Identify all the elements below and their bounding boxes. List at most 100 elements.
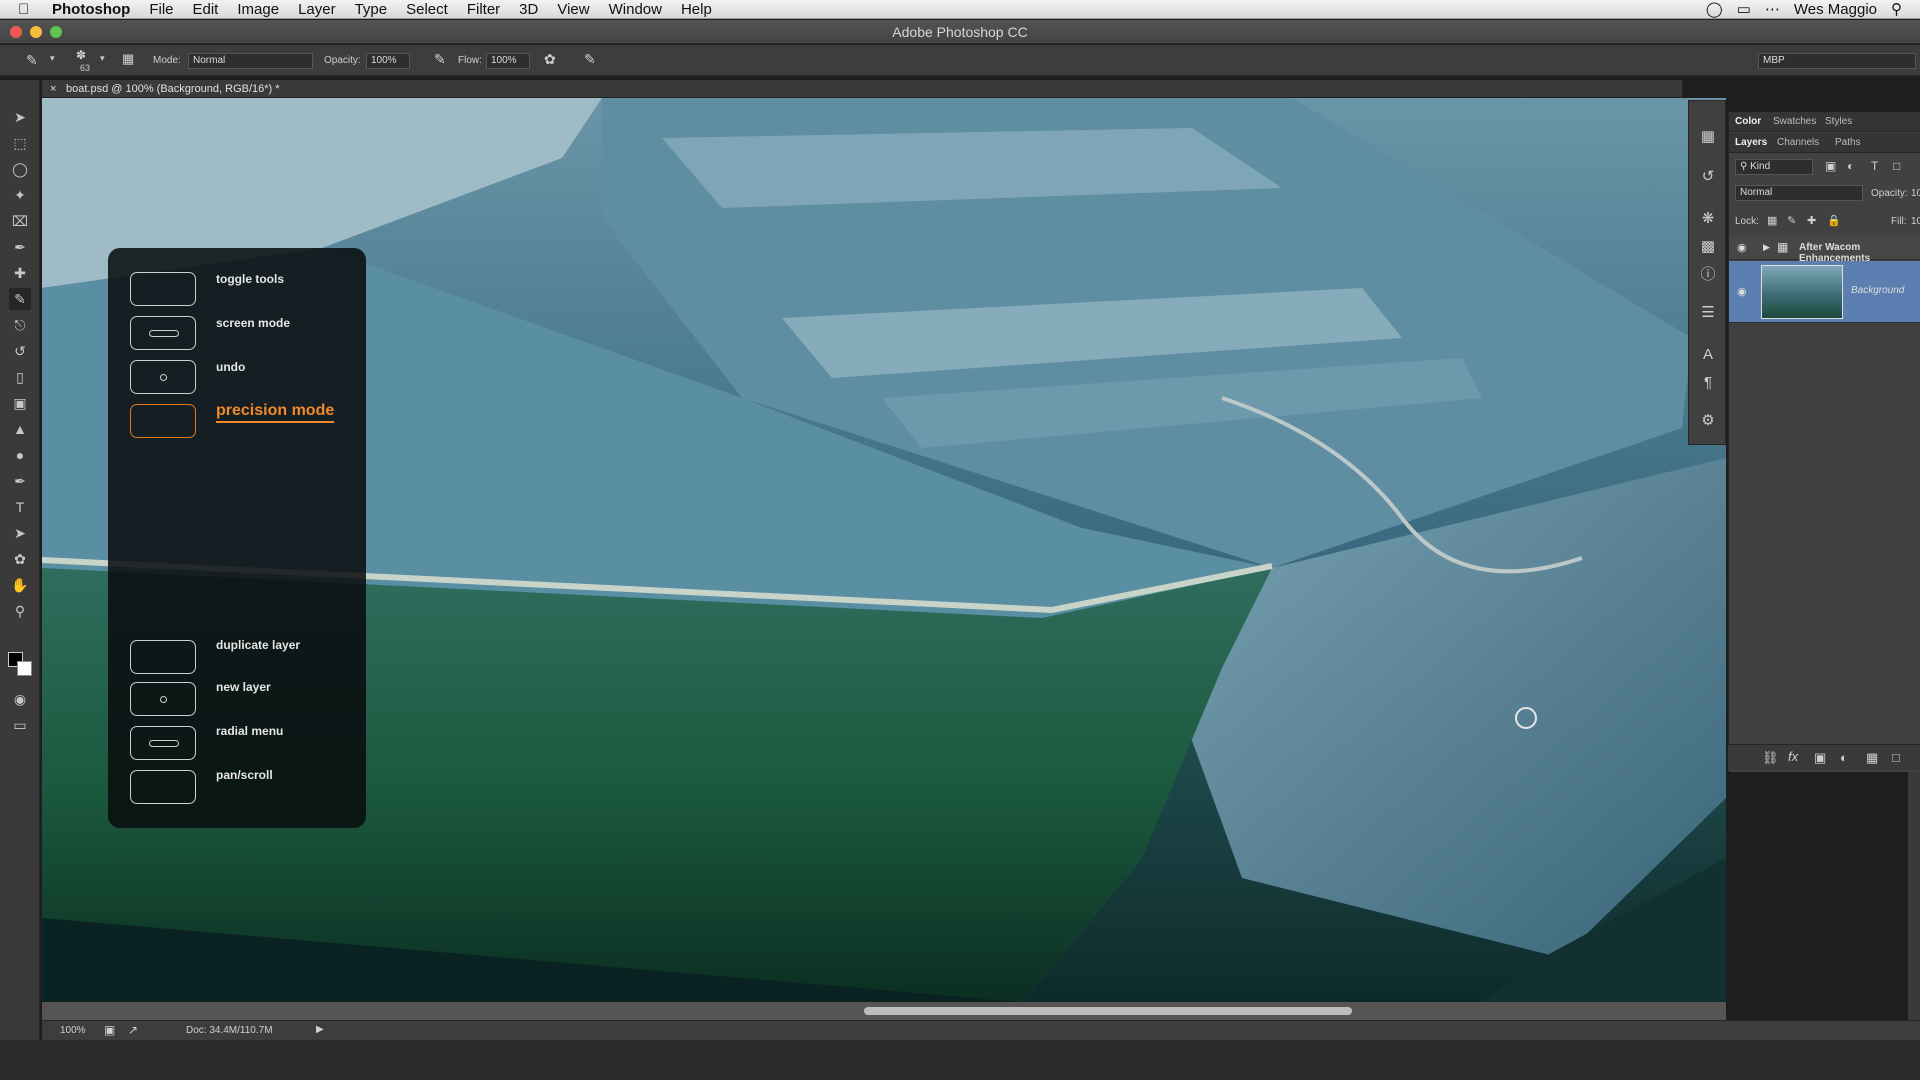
airplay-icon[interactable]: ▭ — [1737, 0, 1751, 18]
move-tool-icon[interactable]: ➤ — [9, 106, 31, 128]
history-panel-icon[interactable]: ↺ — [1696, 165, 1720, 189]
add-mask-icon[interactable]: ▣ — [1814, 750, 1826, 766]
background-color-swatch[interactable] — [17, 661, 32, 676]
eyedropper-tool-icon[interactable]: ✒ — [9, 236, 31, 258]
preset-dropdown-icon[interactable]: ▾ — [50, 53, 55, 64]
menu-help[interactable]: Help — [681, 1, 712, 18]
proof-icon[interactable]: ▣ — [104, 1023, 115, 1037]
lock-all-icon[interactable]: 🔒 — [1827, 214, 1841, 227]
user-name[interactable]: Wes Maggio — [1794, 1, 1877, 18]
filter-shape-icon[interactable]: □ — [1893, 159, 1900, 173]
healing-brush-tool-icon[interactable]: ✚ — [9, 262, 31, 284]
horizontal-scroll-thumb[interactable] — [864, 1007, 1352, 1015]
navigator-panel-icon[interactable]: ▦ — [1696, 125, 1720, 149]
filter-adjustment-icon[interactable]: ◐ — [1847, 159, 1854, 173]
more-icon[interactable]: ⋯ — [1765, 0, 1780, 18]
dodge-tool-icon[interactable]: ● — [9, 444, 31, 466]
tab-channels[interactable]: Channels — [1777, 137, 1819, 148]
menu-image[interactable]: Image — [237, 1, 279, 18]
brush-tool-icon[interactable]: ✎ — [9, 288, 31, 310]
character-panel-icon[interactable]: A — [1696, 343, 1720, 367]
share-icon[interactable]: ↗ — [128, 1023, 138, 1037]
crop-tool-icon[interactable]: ⌧ — [9, 210, 31, 232]
zoom-tool-icon[interactable]: ⚲ — [9, 600, 31, 622]
eye-icon[interactable]: ◉ — [1737, 285, 1747, 298]
horizontal-scrollbar[interactable] — [42, 1002, 1726, 1020]
express-key-precision-mode[interactable] — [130, 404, 196, 438]
fill-value[interactable]: 10 — [1911, 216, 1920, 227]
brush-panel-toggle-icon[interactable]: ▦ — [122, 51, 134, 67]
tool-presets-panel-icon[interactable]: ⚙ — [1696, 409, 1720, 433]
menu-select[interactable]: Select — [406, 1, 448, 18]
menu-window[interactable]: Window — [609, 1, 662, 18]
menu-view[interactable]: View — [557, 1, 589, 18]
magic-wand-tool-icon[interactable]: ✦ — [9, 184, 31, 206]
express-key-duplicate-layer[interactable] — [130, 640, 196, 674]
filter-type-icon[interactable]: T — [1871, 159, 1878, 173]
hand-tool-icon[interactable]: ✋ — [9, 574, 31, 596]
brush-shape-icon[interactable]: ✽ — [76, 48, 86, 62]
shape-tool-icon[interactable]: ✿ — [9, 548, 31, 570]
layer-row[interactable]: ◉ Background — [1729, 261, 1920, 323]
adjustment-layer-icon[interactable]: ◐ — [1840, 750, 1848, 765]
properties-panel-icon[interactable]: ☰ — [1696, 301, 1720, 325]
pressure-opacity-icon[interactable]: ✎ — [434, 51, 446, 68]
menu-edit[interactable]: Edit — [193, 1, 219, 18]
type-tool-icon[interactable]: T — [9, 496, 31, 518]
paragraph-panel-icon[interactable]: ¶ — [1696, 371, 1720, 395]
mode-select[interactable]: Normal — [188, 53, 313, 69]
airbrush-icon[interactable]: ✿ — [544, 51, 556, 68]
brush-size-dropdown-icon[interactable]: ▾ — [100, 53, 105, 64]
tab-layers[interactable]: Layers — [1735, 137, 1767, 148]
lock-pixels-icon[interactable]: ✎ — [1787, 214, 1796, 227]
brush-tool-preset-icon[interactable]: ✎ — [26, 52, 38, 69]
pen-tool-icon[interactable]: ✒ — [9, 470, 31, 492]
zoom-level[interactable]: 100% — [60, 1025, 86, 1036]
blur-tool-icon[interactable]: ▲ — [9, 418, 31, 440]
pressure-size-icon[interactable]: ✎ — [584, 51, 596, 68]
brush-size[interactable]: 63 — [80, 63, 90, 73]
tab-paths[interactable]: Paths — [1835, 137, 1861, 148]
histogram-panel-icon[interactable]: ▩ — [1696, 235, 1720, 259]
lasso-tool-icon[interactable]: ◯ — [9, 158, 31, 180]
menu-type[interactable]: Type — [355, 1, 388, 18]
gradient-tool-icon[interactable]: ▣ — [9, 392, 31, 414]
menu-3d[interactable]: 3D — [519, 1, 538, 18]
express-key-pan-scroll[interactable] — [130, 770, 196, 804]
menu-file[interactable]: File — [149, 1, 173, 18]
menu-app-name[interactable]: Photoshop — [52, 1, 130, 18]
spotlight-search-icon[interactable]: ⚲ — [1891, 0, 1902, 18]
new-layer-icon[interactable]: □ — [1892, 750, 1900, 765]
opacity-field[interactable]: 100% — [366, 53, 410, 69]
layer-row[interactable]: ◉ ▶ ▦ After Wacom Enhancements — [1729, 236, 1920, 264]
new-group-icon[interactable]: ▦ — [1866, 750, 1878, 766]
link-layers-icon[interactable]: ⛓ — [1762, 750, 1779, 766]
flow-field[interactable]: 100% — [486, 53, 530, 69]
info-panel-icon[interactable]: ⓘ — [1696, 263, 1720, 287]
tab-swatches[interactable]: Swatches — [1773, 116, 1816, 127]
eye-icon[interactable]: ◉ — [1737, 241, 1747, 254]
lock-position-icon[interactable]: ✚ — [1807, 214, 1816, 227]
layer-kind-filter[interactable]: ⚲ Kind — [1735, 159, 1813, 175]
close-document-icon[interactable]: × — [50, 83, 56, 95]
screen-mode-icon[interactable]: ▭ — [9, 714, 31, 736]
clone-stamp-tool-icon[interactable]: ⎋ — [9, 314, 31, 336]
tab-styles[interactable]: Styles — [1825, 116, 1852, 127]
disclosure-triangle-icon[interactable]: ▶ — [1763, 242, 1770, 253]
document-tab[interactable]: × boat.psd @ 100% (Background, RGB/16*) … — [42, 80, 1682, 98]
quick-mask-icon[interactable]: ◉ — [9, 688, 31, 710]
path-selection-tool-icon[interactable]: ➤ — [9, 522, 31, 544]
layer-blend-mode-select[interactable]: Normal — [1735, 185, 1863, 201]
tab-color[interactable]: Color — [1735, 116, 1761, 127]
eraser-tool-icon[interactable]: ▯ — [9, 366, 31, 388]
marquee-tool-icon[interactable]: ⬚ — [9, 132, 31, 154]
vertical-scrollbar[interactable] — [1908, 772, 1920, 1020]
workspace-select[interactable]: MBP — [1758, 53, 1916, 69]
express-key-radial-menu[interactable] — [130, 726, 196, 760]
express-key-new-layer[interactable] — [130, 682, 196, 716]
layer-opacity-value[interactable]: 10 — [1911, 188, 1920, 199]
filter-pixel-icon[interactable]: ▣ — [1825, 159, 1836, 173]
lock-transparent-icon[interactable]: ▦ — [1767, 214, 1777, 227]
express-key-undo[interactable] — [130, 360, 196, 394]
layer-style-icon[interactable]: fx — [1788, 749, 1798, 764]
